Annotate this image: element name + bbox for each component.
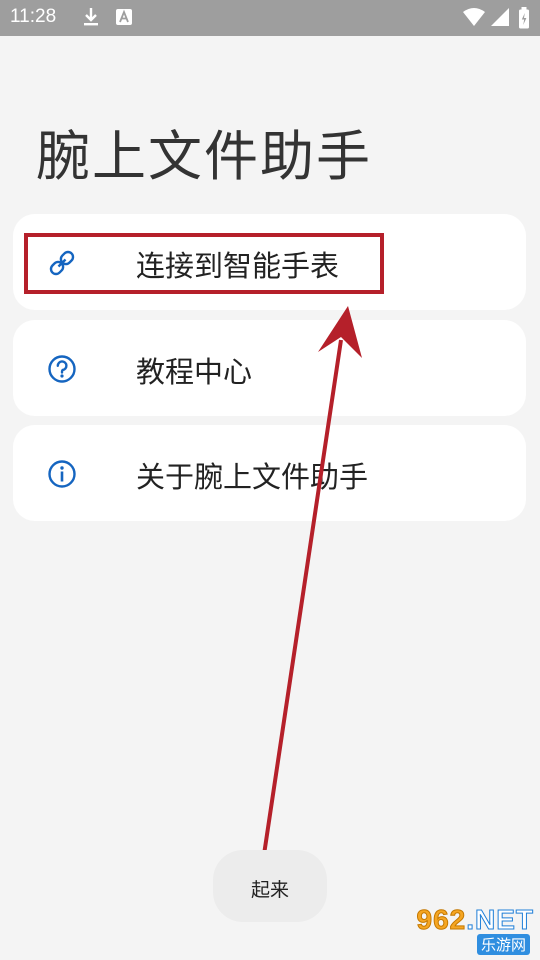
bottom-start-button[interactable]: 起来: [213, 850, 327, 922]
bottom-start-label: 起来: [250, 879, 289, 901]
watermark-logo: 962.NET 乐游网: [402, 904, 534, 955]
watermark-main: 962.NET: [416, 904, 534, 936]
annotation-arrow: [260, 306, 362, 869]
watermark-sub: 乐游网: [476, 934, 530, 955]
